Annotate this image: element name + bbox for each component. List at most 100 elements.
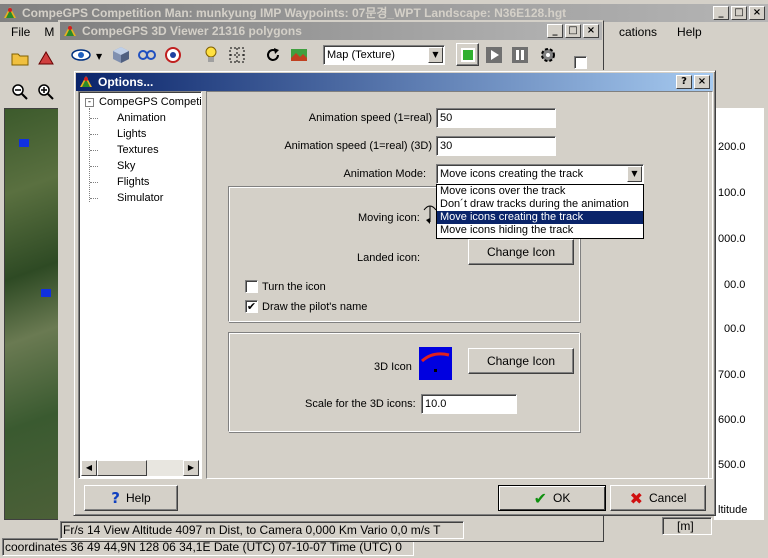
tree-item-simulator[interactable]: Simulator: [117, 192, 163, 204]
axis-tick-label: 00.0: [724, 279, 746, 291]
main-menu-right: cations Help: [612, 23, 709, 41]
checkmark-icon: ✔: [533, 488, 548, 508]
chevron-down-icon[interactable]: ▼: [627, 166, 642, 182]
change-3d-icon-button[interactable]: Change Icon: [468, 348, 574, 374]
draw-pilot-name-checkbox[interactable]: ✔: [245, 300, 258, 313]
tree-item-animation[interactable]: Animation: [117, 112, 166, 124]
anim-speed-label: Animation speed (1=real): [308, 112, 432, 124]
cancel-button-label: Cancel: [649, 491, 687, 505]
anim-mode-label: Animation Mode:: [343, 168, 426, 180]
scroll-right-icon[interactable]: ▶: [183, 460, 199, 476]
pause-icon[interactable]: [508, 43, 531, 66]
compegps-logo-icon: [80, 76, 92, 87]
anim-mode-select[interactable]: Move icons creating the track ▼: [436, 164, 644, 184]
scale-3d-input[interactable]: 10.0: [421, 394, 517, 414]
turn-icon-label: Turn the icon: [262, 281, 326, 293]
close-button[interactable]: ×: [583, 24, 599, 38]
tree-root[interactable]: CompeGPS Competit: [99, 96, 201, 108]
help-title-button[interactable]: ?: [676, 75, 692, 89]
help-button-label: Help: [126, 491, 151, 505]
viewer-titlebar: CompeGPS 3D Viewer 21316 polygons _ □ ×: [60, 22, 602, 40]
open-folder-icon[interactable]: [8, 46, 31, 69]
target-icon[interactable]: [161, 43, 184, 66]
map-mode-select[interactable]: Map (Texture) ▼: [323, 45, 445, 65]
checkmark-icon: ✔: [246, 300, 257, 313]
options-tree: - CompeGPS Competit Animation Lights Tex…: [78, 91, 202, 479]
icon3d-preview-icon: [419, 347, 452, 380]
main-menu: File M: [4, 23, 61, 41]
menu-help[interactable]: Help: [670, 23, 709, 41]
play-icon[interactable]: [482, 43, 505, 66]
scroll-thumb[interactable]: [97, 460, 147, 476]
ok-button[interactable]: ✔ OK: [498, 485, 606, 511]
flight-marker-icon: [41, 289, 51, 297]
cancel-x-icon: ✖: [629, 488, 644, 508]
tree-collapse-icon[interactable]: -: [85, 98, 94, 107]
panel-vertical-scrollbar[interactable]: [708, 92, 712, 478]
menu-file[interactable]: File: [4, 23, 37, 41]
tree-item-flights[interactable]: Flights: [117, 176, 149, 188]
anim-mode-option[interactable]: Don´t draw tracks during the animation: [437, 198, 643, 211]
landed-icon-label: Landed icon:: [357, 252, 420, 264]
anim-mode-option[interactable]: Move icons over the track: [437, 185, 643, 198]
axis-tick-label: 100.0: [718, 187, 746, 199]
axis-tick-label: 200.0: [718, 141, 746, 153]
axis-tick-label: 00.0: [724, 323, 746, 335]
anim-speed-input[interactable]: 50: [436, 108, 556, 128]
map-view[interactable]: [4, 108, 62, 520]
scroll-left-icon[interactable]: ◀: [81, 460, 97, 476]
close-button[interactable]: ×: [694, 75, 710, 89]
axis-unit: [m]: [662, 517, 712, 535]
tree-horizontal-scrollbar[interactable]: ◀ ▶: [81, 460, 199, 476]
axis-tick-label: 700.0: [718, 369, 746, 381]
axis-tick-label: 500.0: [718, 459, 746, 471]
view-eye-icon[interactable]: [69, 43, 92, 66]
lightbulb-icon[interactable]: [199, 43, 222, 66]
options-titlebar: Options... ? ×: [76, 73, 713, 91]
texture-map-icon[interactable]: [287, 43, 310, 66]
axis-tick-label: 600.0: [718, 414, 746, 426]
anim-mode-option-selected[interactable]: Move icons creating the track: [437, 211, 643, 224]
anim-speed-3d-label: Animation speed (1=real) (3D): [284, 140, 432, 152]
tree-item-textures[interactable]: Textures: [117, 144, 159, 156]
icon3d-label: 3D Icon: [374, 361, 412, 373]
help-button[interactable]: ? Help: [84, 485, 178, 511]
maximize-button[interactable]: □: [731, 6, 747, 20]
zoom-out-icon[interactable]: [8, 80, 31, 103]
refresh-icon[interactable]: [261, 43, 284, 66]
anim-mode-option[interactable]: Move icons hiding the track: [437, 224, 643, 237]
record-button[interactable]: [456, 43, 479, 66]
chevron-down-icon[interactable]: ▼: [428, 47, 443, 63]
draw-pilot-name-label: Draw the pilot's name: [262, 301, 368, 313]
icon3d-settings-group: 3D Icon Change Icon Scale for the 3D ico…: [228, 332, 580, 432]
waypoint-tool-icon[interactable]: [34, 46, 57, 69]
zoom-in-icon[interactable]: [34, 80, 57, 103]
change-icon-label: Change Icon: [486, 245, 556, 259]
options-dialog: Options... ? × - CompeGPS Competit Anima…: [73, 70, 716, 516]
question-icon: ?: [111, 489, 120, 507]
map-mode-value: Map (Texture): [327, 49, 395, 61]
grid-icon[interactable]: [225, 43, 248, 66]
close-button[interactable]: ×: [749, 6, 765, 20]
minimize-button[interactable]: _: [547, 24, 563, 38]
tree-item-sky[interactable]: Sky: [117, 160, 135, 172]
minimize-button[interactable]: _: [713, 6, 729, 20]
animation-settings-panel: Animation speed (1=real) 50 Animation sp…: [206, 91, 713, 479]
anim-speed-3d-input[interactable]: 30: [436, 136, 556, 156]
altitude-axis: 200.0 100.0 000.0 00.0 00.0 700.0 600.0 …: [714, 108, 764, 520]
settings-gear-icon[interactable]: [536, 43, 559, 66]
tree-item-lights[interactable]: Lights: [117, 128, 146, 140]
link-tool-icon[interactable]: [135, 43, 158, 66]
maximize-button[interactable]: □: [565, 24, 581, 38]
ok-button-label: OK: [553, 491, 571, 505]
cube-icon[interactable]: [109, 43, 132, 66]
cancel-button[interactable]: ✖ Cancel: [610, 485, 706, 511]
viewer-toggle-checkbox[interactable]: [574, 56, 587, 69]
turn-icon-checkbox[interactable]: [245, 280, 258, 293]
anim-mode-value: Move icons creating the track: [440, 168, 584, 180]
viewer-status: Fr/s 14 View Altitude 4097 m Dist, to Ca…: [60, 521, 464, 539]
change-icon-label: Change Icon: [486, 354, 556, 368]
chevron-down-icon[interactable]: ▼: [96, 52, 102, 61]
change-landed-icon-button[interactable]: Change Icon: [468, 239, 574, 265]
menu-applications[interactable]: cations: [612, 23, 664, 41]
